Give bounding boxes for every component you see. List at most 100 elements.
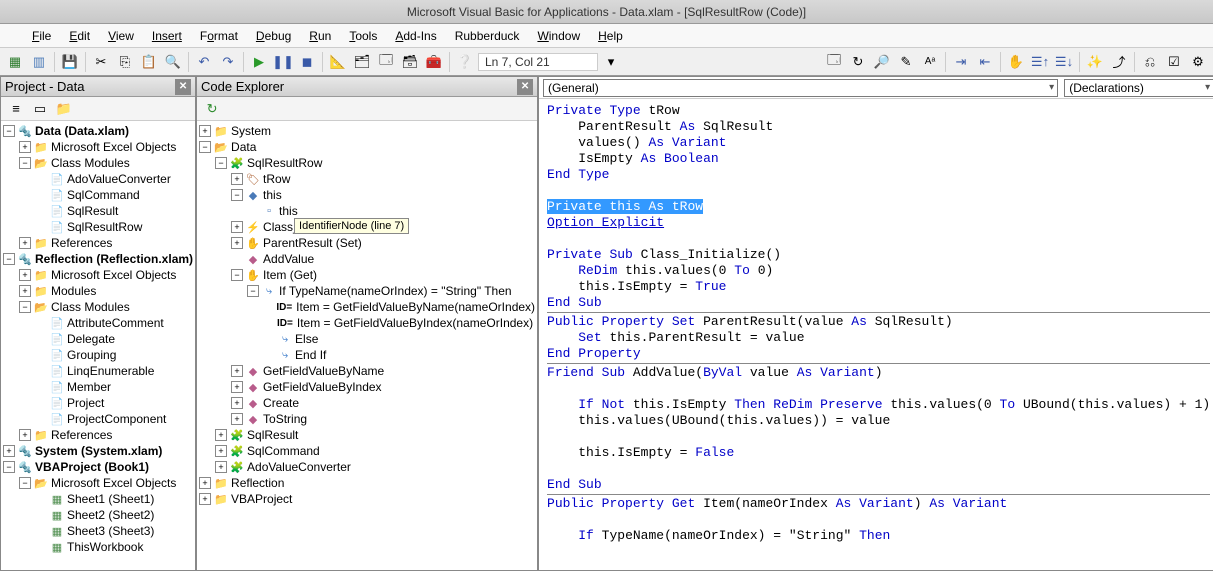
copy-icon[interactable]: ⎘ <box>114 51 136 73</box>
ce-adoconv[interactable]: +🧩AdoValueConverter <box>199 459 535 475</box>
expand-icon[interactable]: + <box>19 429 31 441</box>
save-icon[interactable]: 💾 <box>59 51 81 73</box>
run-icon[interactable]: ▶ <box>248 51 270 73</box>
tree-class-projcomp[interactable]: 📄ProjectComponent <box>3 411 193 427</box>
tree-project-data[interactable]: −🔩Data (Data.xlam) <box>3 123 193 139</box>
ce-create[interactable]: +◆Create <box>199 395 535 411</box>
collapse-icon[interactable]: − <box>19 301 31 313</box>
expand-icon[interactable]: + <box>231 237 243 249</box>
expand-icon[interactable]: + <box>231 381 243 393</box>
find-icon[interactable]: 🔍 <box>162 51 184 73</box>
ce-getbyname[interactable]: +◆GetFieldValueByName <box>199 363 535 379</box>
ce-sqlcommand[interactable]: +🧩SqlCommand <box>199 443 535 459</box>
expand-icon[interactable]: + <box>199 477 211 489</box>
tree-class-sqlresrow[interactable]: 📄SqlResultRow <box>3 219 193 235</box>
insert-module-icon[interactable]: ▥ <box>28 51 50 73</box>
break-icon[interactable]: ❚❚ <box>272 51 294 73</box>
tree-folder-refs[interactable]: +📁References <box>3 235 193 251</box>
close-icon[interactable]: ✕ <box>517 79 533 95</box>
ce-id2[interactable]: ID=Item = GetFieldValueByIndex(nameOrInd… <box>199 315 535 331</box>
collapse-icon[interactable]: − <box>231 269 243 281</box>
reset-icon[interactable]: ◼ <box>296 51 318 73</box>
ce-ifline[interactable]: −⤷If TypeName(nameOrIndex) = "String" Th… <box>199 283 535 299</box>
collapse-icon[interactable]: − <box>199 141 211 153</box>
code-explorer-tree[interactable]: +📁System −📂Data −🧩SqlResultRow +🏷tRow −◆… <box>197 121 537 570</box>
collapse-icon[interactable]: − <box>19 157 31 169</box>
object-browser-icon[interactable]: 🗃 <box>399 51 421 73</box>
tree-sheet2[interactable]: ▦Sheet2 (Sheet2) <box>3 507 193 523</box>
view-code-icon[interactable]: ≡ <box>5 98 27 120</box>
menu-window[interactable]: Window <box>529 27 588 45</box>
project-tree[interactable]: −🔩Data (Data.xlam) +📁Microsoft Excel Obj… <box>1 121 195 570</box>
expand-icon[interactable]: + <box>231 173 243 185</box>
tree-class-attrcomment[interactable]: 📄AttributeComment <box>3 315 193 331</box>
expand-icon[interactable]: + <box>19 285 31 297</box>
tree-folder-classmods[interactable]: −📂Class Modules <box>3 155 193 171</box>
expand-icon[interactable]: + <box>19 269 31 281</box>
ce-itemget[interactable]: −✋Item (Get) <box>199 267 535 283</box>
ce-trow[interactable]: +🏷tRow <box>199 171 535 187</box>
rd-settings-icon[interactable]: ⚙ <box>1187 51 1209 73</box>
ce-thisfield[interactable]: ▫this <box>199 203 535 219</box>
menu-insert[interactable]: Insert <box>144 27 190 45</box>
help-icon[interactable]: ❔ <box>454 51 476 73</box>
expand-icon[interactable]: + <box>231 413 243 425</box>
tree-project-reflection[interactable]: −🔩Reflection (Reflection.xlam) <box>3 251 193 267</box>
expand-icon[interactable]: + <box>231 397 243 409</box>
ce-reflection[interactable]: +📁Reflection <box>199 475 535 491</box>
excel-icon[interactable]: ▦ <box>4 51 26 73</box>
ce-getbyidx[interactable]: +◆GetFieldValueByIndex <box>199 379 535 395</box>
tree-folder-meo3[interactable]: −📂Microsoft Excel Objects <box>3 475 193 491</box>
rd-refactor-icon[interactable]: ✎ <box>895 51 917 73</box>
tree-class-linq[interactable]: 📄LinqEnumerable <box>3 363 193 379</box>
menu-run[interactable]: Run <box>301 27 339 45</box>
collapse-icon[interactable]: − <box>231 189 243 201</box>
rd-move-down-icon[interactable]: ☰↓ <box>1053 51 1075 73</box>
rd-hand-icon[interactable]: ✋ <box>1005 51 1027 73</box>
tree-folder-meo[interactable]: +📁Microsoft Excel Objects <box>3 139 193 155</box>
tree-sheet1[interactable]: ▦Sheet1 (Sheet1) <box>3 491 193 507</box>
rd-parse-icon[interactable]: ↻ <box>847 51 869 73</box>
rd-rename-icon[interactable]: Aᵃ <box>919 51 941 73</box>
view-object-icon[interactable]: ▭ <box>29 98 51 120</box>
ce-classinit[interactable]: +⚡Class_IdentifierNode (line 7) <box>199 219 535 235</box>
menu-tools[interactable]: Tools <box>341 27 385 45</box>
ce-else[interactable]: ⤷Else <box>199 331 535 347</box>
collapse-icon[interactable]: − <box>3 253 15 265</box>
expand-icon[interactable]: + <box>215 445 227 457</box>
collapse-icon[interactable]: − <box>19 477 31 489</box>
tree-project-vbaproj[interactable]: −🔩VBAProject (Book1) <box>3 459 193 475</box>
tree-class-ado[interactable]: 📄AdoValueConverter <box>3 171 193 187</box>
collapse-icon[interactable]: − <box>3 461 15 473</box>
tree-sheet3[interactable]: ▦Sheet3 (Sheet3) <box>3 523 193 539</box>
ce-system[interactable]: +📁System <box>199 123 535 139</box>
tree-thisworkbook[interactable]: ▦ThisWorkbook <box>3 539 193 555</box>
code-editor[interactable]: Private Type tRow ParentResult As SqlRes… <box>539 99 1213 570</box>
tree-class-sqlres[interactable]: 📄SqlResult <box>3 203 193 219</box>
ce-vbaproj[interactable]: +📁VBAProject <box>199 491 535 507</box>
ce-sqlresrow[interactable]: −🧩SqlResultRow <box>199 155 535 171</box>
toggle-folders-icon[interactable]: 📁 <box>53 98 75 120</box>
design-mode-icon[interactable]: 📐 <box>327 51 349 73</box>
expand-icon[interactable]: + <box>231 365 243 377</box>
project-explorer-icon[interactable]: 🗂 <box>351 51 373 73</box>
ce-sqlresult[interactable]: +🧩SqlResult <box>199 427 535 443</box>
menu-format[interactable]: Format <box>192 27 246 45</box>
dropdown-icon[interactable]: ▾ <box>600 51 622 73</box>
collapse-icon[interactable]: − <box>215 157 227 169</box>
expand-icon[interactable]: + <box>215 429 227 441</box>
rd-move-up-icon[interactable]: ☰↑ <box>1029 51 1051 73</box>
tree-folder-classmods2[interactable]: −📂Class Modules <box>3 299 193 315</box>
rd-indent-icon[interactable]: ⇥ <box>950 51 972 73</box>
menu-addins[interactable]: Add-Ins <box>387 27 444 45</box>
menu-edit[interactable]: Edit <box>61 27 98 45</box>
rd-nav-icon[interactable]: ⎌ <box>1139 51 1161 73</box>
toolbox-icon[interactable]: 🧰 <box>423 51 445 73</box>
expand-icon[interactable]: + <box>199 125 211 137</box>
expand-icon[interactable]: + <box>199 493 211 505</box>
tree-folder-meo2[interactable]: +📁Microsoft Excel Objects <box>3 267 193 283</box>
rd-wand-icon[interactable]: ✨ <box>1084 51 1106 73</box>
ce-tostring[interactable]: +◆ToString <box>199 411 535 427</box>
paste-icon[interactable]: 📋 <box>138 51 160 73</box>
expand-icon[interactable]: + <box>19 141 31 153</box>
